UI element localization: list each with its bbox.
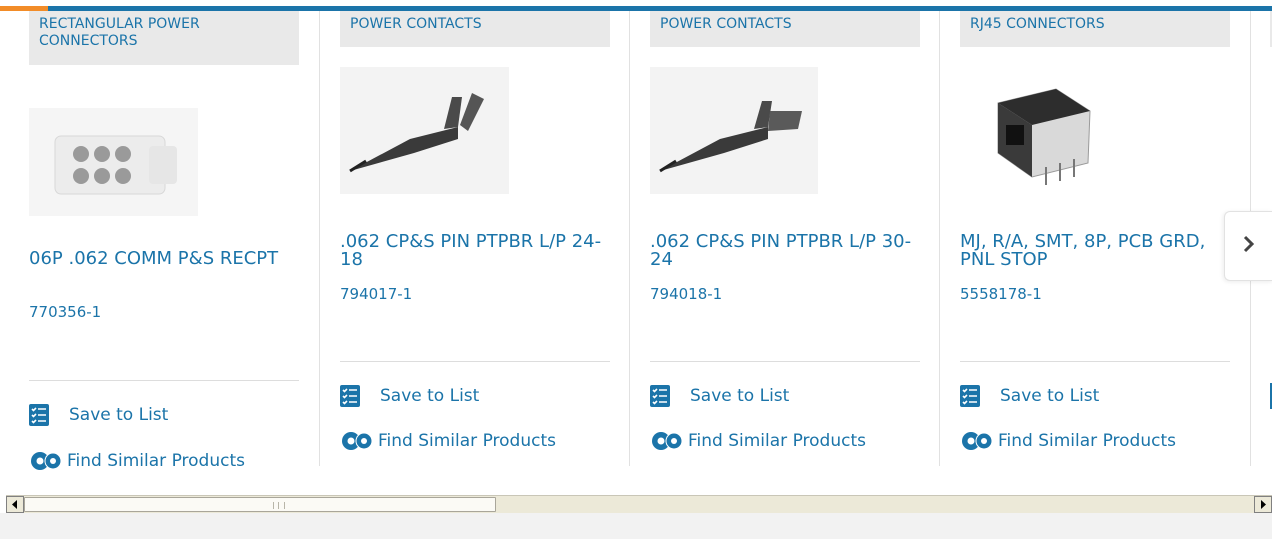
category-badge[interactable]: POWER CONTACTS xyxy=(650,11,920,47)
product-card: RJ45 CONNECTORS MJ, R/A, SMT, 8P, PCB GR… xyxy=(960,11,1230,466)
save-to-list-button[interactable]: Save to List xyxy=(960,385,1099,407)
product-image[interactable] xyxy=(29,108,198,216)
find-similar-button[interactable]: Find Similar Products xyxy=(340,430,556,452)
product-image[interactable] xyxy=(960,67,1128,194)
checklist-icon xyxy=(960,385,980,407)
carousel-next-button[interactable] xyxy=(1224,211,1272,281)
triangle-right-icon xyxy=(1261,500,1266,509)
product-image[interactable] xyxy=(340,67,509,194)
gears-icon xyxy=(960,430,994,452)
scroll-right-button[interactable] xyxy=(1254,496,1272,513)
product-title[interactable]: MJ, R/A, SMT, 8P, PCB GRD, PNL STOP xyxy=(960,233,1220,269)
triangle-left-icon xyxy=(12,500,17,509)
footer-strip xyxy=(0,513,1272,539)
card-divider xyxy=(340,361,610,362)
category-badge[interactable]: POWER CONTACTS xyxy=(340,11,610,47)
save-to-list-label: Save to List xyxy=(380,386,480,406)
card-separator xyxy=(939,11,940,466)
part-number[interactable]: 770356-1 xyxy=(29,303,101,321)
checklist-icon xyxy=(650,385,670,407)
product-title[interactable]: 06P .062 COMM P&S RECPT xyxy=(29,250,279,268)
product-card: POWER CONTACTS .062 CP&S PIN PTPBR L/P 2… xyxy=(340,11,610,466)
scrollbar-thumb[interactable] xyxy=(24,497,496,512)
find-similar-button[interactable]: Find Similar Products xyxy=(960,430,1176,452)
save-to-list-button[interactable]: Save to List xyxy=(340,385,479,407)
find-similar-button[interactable]: Find Similar Products xyxy=(29,450,245,472)
product-image[interactable] xyxy=(650,67,818,194)
checklist-icon xyxy=(340,385,360,407)
checklist-icon xyxy=(29,404,49,426)
save-to-list-button[interactable]: Save to List xyxy=(29,404,168,426)
save-to-list-label: Save to List xyxy=(690,386,790,406)
save-to-list-label: Save to List xyxy=(1000,386,1100,406)
part-number[interactable]: 5558178-1 xyxy=(960,285,1042,303)
product-title[interactable]: .062 CP&S PIN PTPBR L/P 24-18 xyxy=(340,233,620,269)
gears-icon xyxy=(340,430,374,452)
scroll-left-button[interactable] xyxy=(6,496,24,513)
card-divider xyxy=(29,380,299,381)
find-similar-label: Find Similar Products xyxy=(378,431,556,451)
category-badge[interactable]: RECTANGULAR POWER CONNECTORS xyxy=(29,11,299,65)
grip-icon xyxy=(273,502,285,509)
category-badge[interactable]: RJ45 CONNECTORS xyxy=(960,11,1230,47)
product-card: POWER CONTACTS .062 CP&S PIN PTPBR L/P 3… xyxy=(650,11,920,466)
find-similar-button[interactable]: Find Similar Products xyxy=(650,430,866,452)
gears-icon xyxy=(29,450,63,472)
horizontal-scrollbar[interactable] xyxy=(6,495,1272,513)
part-number[interactable]: 794017-1 xyxy=(340,285,412,303)
find-similar-label: Find Similar Products xyxy=(67,451,245,471)
chevron-right-icon xyxy=(1242,235,1256,257)
card-divider xyxy=(650,361,920,362)
find-similar-label: Find Similar Products xyxy=(688,431,866,451)
card-divider xyxy=(960,361,1230,362)
gears-icon xyxy=(650,430,684,452)
save-to-list-label: Save to List xyxy=(69,405,169,425)
part-number[interactable]: 794018-1 xyxy=(650,285,722,303)
product-title[interactable]: .062 CP&S PIN PTPBR L/P 30-24 xyxy=(650,233,930,269)
product-card: RECTANGULAR POWER CONNECTORS 06P .062 CO… xyxy=(29,11,299,471)
card-separator xyxy=(319,11,320,466)
card-separator xyxy=(629,11,630,466)
save-to-list-button[interactable]: Save to List xyxy=(650,385,789,407)
find-similar-label: Find Similar Products xyxy=(998,431,1176,451)
